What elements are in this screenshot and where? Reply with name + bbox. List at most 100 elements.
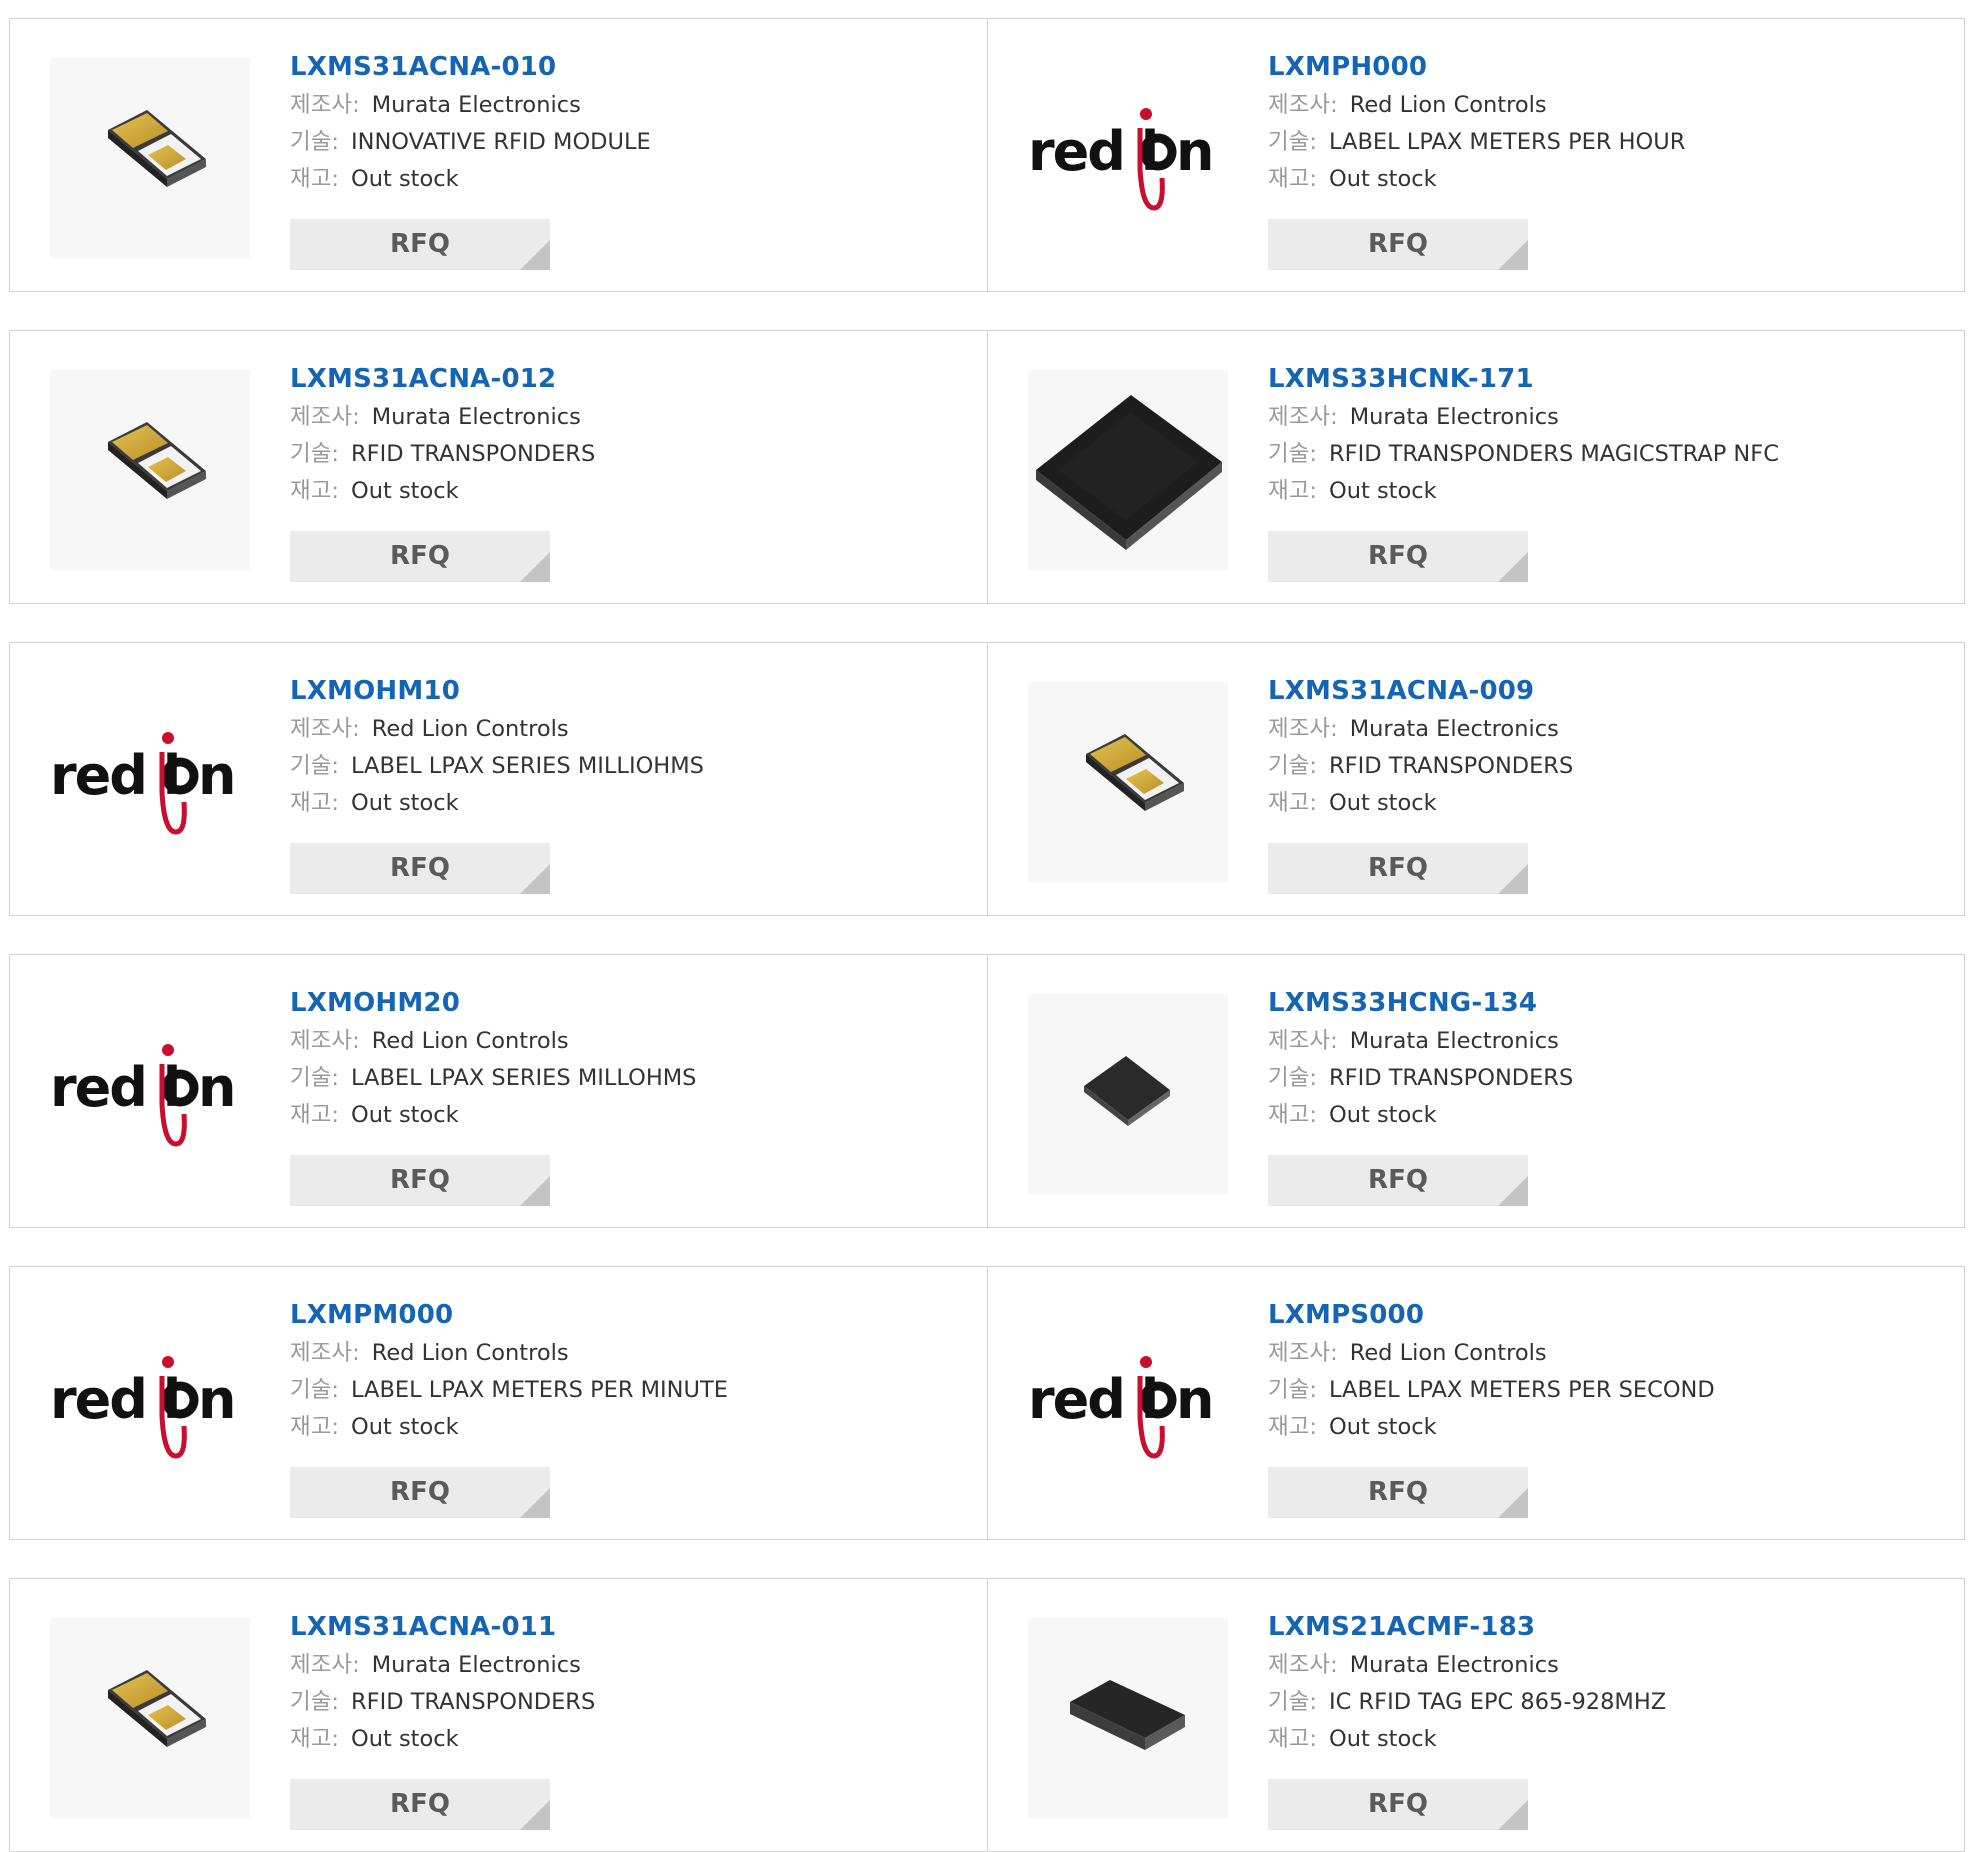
stock-label: 재고: [290, 1414, 332, 1440]
manufacturer-value: Red Lion Controls: [1349, 92, 1547, 118]
part-number-link[interactable]: LXMS31ACNA-010: [290, 47, 977, 87]
product-info: LXMS33HCNK-171 제조사: Murata Electronics 기술…: [1268, 359, 1956, 510]
description-label: 기술: [290, 1377, 332, 1403]
red-lion-logo-icon[interactable]: red ln: [1028, 58, 1228, 258]
svg-text:n: n: [1176, 120, 1212, 183]
part-number-link[interactable]: LXMS31ACNA-009: [1268, 671, 1956, 711]
rfq-button[interactable]: RFQ: [290, 1155, 550, 1206]
rfq-button-label: RFQ: [1368, 229, 1428, 259]
small-black-chip-icon-graphic: [1084, 1056, 1170, 1126]
description-value: RFID TRANSPONDERS: [1329, 753, 1574, 779]
description-line: 기술: RFID TRANSPONDERS: [1268, 753, 1574, 779]
rfq-button[interactable]: RFQ: [1268, 531, 1528, 582]
description-value: LABEL LPAX METERS PER MINUTE: [351, 1377, 728, 1403]
description-value: RFID TRANSPONDERS: [1329, 1065, 1574, 1091]
corner-triangle-icon: [1498, 1488, 1528, 1518]
stock-label: 재고: [1268, 1102, 1310, 1128]
rfq-button[interactable]: RFQ: [1268, 843, 1528, 894]
description-line: 기술: LABEL LPAX METERS PER MINUTE: [290, 1377, 728, 1403]
stock-label: 재고: [290, 1726, 332, 1752]
svg-text:n: n: [198, 1056, 234, 1119]
murata-tag-chip-icon[interactable]: [50, 58, 250, 258]
rfq-button[interactable]: RFQ: [290, 843, 550, 894]
part-number-link[interactable]: LXMS31ACNA-011: [290, 1607, 977, 1647]
stock-value: Out stock: [1329, 478, 1437, 504]
rfq-button-label: RFQ: [390, 229, 450, 259]
product-info: LXMOHM10 제조사: Red Lion Controls 기술: LABEL …: [290, 671, 977, 822]
murata-tag-chip-icon[interactable]: [50, 1618, 250, 1818]
manufacturer-line: 제조사: Murata Electronics: [1268, 716, 1559, 742]
stock-value: Out stock: [351, 790, 459, 816]
product-info: LXMPS000 제조사: Red Lion Controls 기술: LABEL …: [1268, 1295, 1956, 1446]
part-number-link[interactable]: LXMS33HCNK-171: [1268, 359, 1956, 399]
stock-label: 재고: [290, 166, 332, 192]
part-number-link[interactable]: LXMPM000: [290, 1295, 977, 1335]
product-card-lxms31acna-010: LXMS31ACNA-010 제조사: Murata Electronics 기술…: [10, 19, 987, 291]
stock-value: Out stock: [1329, 790, 1437, 816]
manufacturer-line: 제조사: Murata Electronics: [290, 404, 581, 430]
manufacturer-label: 제조사: [1268, 404, 1331, 430]
product-row: LXMS31ACNA-011 제조사: Murata Electronics 기술…: [9, 1578, 1965, 1852]
rfq-button[interactable]: RFQ: [1268, 1155, 1528, 1206]
black-rect-chip-icon[interactable]: [1028, 1618, 1228, 1818]
description-line: 기술: LABEL LPAX SERIES MILLOHMS: [290, 1065, 697, 1091]
manufacturer-value: Murata Electronics: [1349, 1652, 1559, 1678]
corner-triangle-icon: [1498, 864, 1528, 894]
red-lion-logo-icon-graphic: red ln: [50, 1044, 236, 1147]
stock-label: 재고: [290, 790, 332, 816]
manufacturer-label: 제조사: [290, 1652, 353, 1678]
manufacturer-value: Red Lion Controls: [371, 1028, 569, 1054]
red-lion-logo-icon[interactable]: red ln: [50, 994, 250, 1194]
description-line: 기술: RFID TRANSPONDERS MAGICSTRAP NFC: [1268, 441, 1779, 467]
manufacturer-line: 제조사: Red Lion Controls: [290, 1028, 569, 1054]
manufacturer-value: Murata Electronics: [371, 1652, 581, 1678]
description-value: LABEL LPAX METERS PER SECOND: [1329, 1377, 1715, 1403]
part-number-link[interactable]: LXMS33HCNG-134: [1268, 983, 1956, 1023]
part-number-link[interactable]: LXMPH000: [1268, 47, 1956, 87]
red-lion-logo-icon[interactable]: red ln: [1028, 1306, 1228, 1506]
part-number-link[interactable]: LXMOHM10: [290, 671, 977, 711]
description-label: 기술: [290, 1065, 332, 1091]
stock-line: 재고: Out stock: [1268, 478, 1437, 504]
rfq-button[interactable]: RFQ: [1268, 1779, 1528, 1830]
red-lion-logo-icon-graphic: red ln: [1028, 108, 1214, 211]
rfq-button-label: RFQ: [390, 1165, 450, 1195]
rfq-button[interactable]: RFQ: [1268, 219, 1528, 270]
murata-tag-chip-icon-graphic: [1086, 734, 1184, 811]
murata-tag-chip-icon[interactable]: [50, 370, 250, 570]
description-line: 기술: LABEL LPAX METERS PER HOUR: [1268, 129, 1686, 155]
stock-line: 재고: Out stock: [290, 478, 459, 504]
description-line: 기술: IC RFID TAG EPC 865-928MHZ: [1268, 1689, 1667, 1715]
stock-label: 재고: [1268, 790, 1310, 816]
description-label: 기술: [1268, 1377, 1310, 1403]
stock-line: 재고: Out stock: [290, 166, 459, 192]
product-info: LXMPH000 제조사: Red Lion Controls 기술: LABEL …: [1268, 47, 1956, 198]
part-number-link[interactable]: LXMOHM20: [290, 983, 977, 1023]
stock-value: Out stock: [1329, 1102, 1437, 1128]
part-number-link[interactable]: LXMS31ACNA-012: [290, 359, 977, 399]
rfq-button-label: RFQ: [1368, 1789, 1428, 1819]
black-square-module-icon[interactable]: [1028, 370, 1228, 570]
description-value: LABEL LPAX SERIES MILLOHMS: [351, 1065, 697, 1091]
part-number-link[interactable]: LXMS21ACMF-183: [1268, 1607, 1956, 1647]
red-lion-logo-icon[interactable]: red ln: [50, 1306, 250, 1506]
product-row: LXMS31ACNA-010 제조사: Murata Electronics 기술…: [9, 18, 1965, 292]
rfq-button-label: RFQ: [1368, 1477, 1428, 1507]
rfq-button[interactable]: RFQ: [290, 1779, 550, 1830]
rfq-button[interactable]: RFQ: [290, 1467, 550, 1518]
manufacturer-label: 제조사: [1268, 1340, 1331, 1366]
corner-triangle-icon: [520, 1176, 550, 1206]
rfq-button[interactable]: RFQ: [290, 531, 550, 582]
rfq-button[interactable]: RFQ: [290, 219, 550, 270]
description-line: 기술: RFID TRANSPONDERS: [290, 1689, 596, 1715]
small-black-chip-icon[interactable]: [1028, 994, 1228, 1194]
murata-tag-chip-icon[interactable]: [1028, 682, 1228, 882]
stock-line: 재고: Out stock: [290, 1414, 459, 1440]
product-card-lxms31acna-009: LXMS31ACNA-009 제조사: Murata Electronics 기술…: [987, 643, 1966, 915]
product-card-lxms31acna-011: LXMS31ACNA-011 제조사: Murata Electronics 기술…: [10, 1579, 987, 1851]
rfq-button[interactable]: RFQ: [1268, 1467, 1528, 1518]
stock-value: Out stock: [351, 478, 459, 504]
red-lion-logo-icon[interactable]: red ln: [50, 682, 250, 882]
part-number-link[interactable]: LXMPS000: [1268, 1295, 1956, 1335]
stock-line: 재고: Out stock: [290, 1726, 459, 1752]
